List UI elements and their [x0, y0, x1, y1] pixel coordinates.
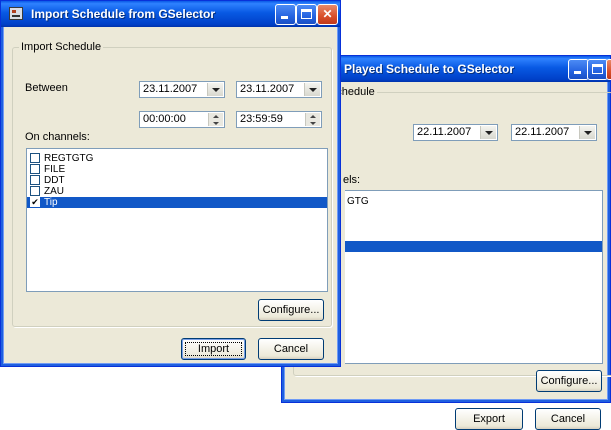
import-title-bar[interactable]: Import Schedule from GSelector ✕ — [1, 1, 340, 27]
calendar-app-icon — [9, 7, 23, 20]
list-item-selected[interactable] — [345, 241, 602, 252]
import-button-label: Import — [197, 343, 230, 355]
import-date-from-value: 23.11.2007 — [143, 83, 198, 95]
import-time-to-spin[interactable]: 23:59:59 — [236, 111, 322, 128]
channel-row-zau[interactable]: ZAU — [27, 186, 327, 197]
close-icon[interactable]: ✕ — [317, 4, 338, 25]
checkbox-checked[interactable]: ✔ — [30, 197, 40, 207]
spin-arrows-icon[interactable] — [208, 113, 223, 126]
import-window-title: Import Schedule from GSelector — [31, 7, 216, 21]
export-date-to-combo[interactable]: 22.11.2007 — [511, 124, 597, 141]
check-icon: ✔ — [30, 197, 40, 207]
export-channels-label: els: — [343, 174, 361, 186]
export-button[interactable]: Export — [455, 408, 523, 430]
export-channel-list[interactable]: GTG — [345, 190, 603, 364]
checkbox[interactable] — [30, 164, 40, 174]
channel-label: FILE — [44, 164, 66, 175]
import-date-from-combo[interactable]: 23.11.2007 — [139, 81, 225, 98]
export-button-label: Export — [473, 413, 505, 425]
export-configure-label: Configure... — [540, 375, 598, 387]
export-cancel-label: Cancel — [550, 413, 586, 425]
import-configure-button[interactable]: Configure... — [258, 299, 324, 321]
import-cancel-button[interactable]: Cancel — [258, 338, 324, 360]
channel-row-regtgtg[interactable]: REGTGTG — [27, 153, 327, 164]
maximize-icon[interactable] — [296, 4, 317, 25]
export-date-to-value: 22.11.2007 — [515, 126, 570, 138]
minimize-icon[interactable] — [568, 59, 589, 80]
import-time-from-value: 00:00:00 — [143, 113, 186, 125]
import-client-area: Import Schedule Between 23.11.2007 23.11… — [4, 27, 337, 363]
between-label: Between — [25, 82, 68, 94]
channel-row-ddt[interactable]: DDT — [27, 175, 327, 186]
channel-label: DDT — [44, 175, 65, 186]
maximize-icon[interactable] — [587, 59, 608, 80]
export-date-from-value: 22.11.2007 — [417, 126, 472, 138]
channel-label: ZAU — [44, 186, 64, 197]
spin-arrows-icon[interactable] — [305, 113, 320, 126]
channel-label: REGTGTG — [44, 153, 94, 164]
list-item-label: GTG — [347, 196, 369, 207]
close-icon[interactable]: ✕ — [606, 59, 611, 80]
export-date-from-combo[interactable]: 22.11.2007 — [413, 124, 498, 141]
import-button[interactable]: Import — [181, 338, 246, 360]
export-window-title: Played Schedule to GSelector — [344, 62, 515, 76]
import-cancel-label: Cancel — [273, 343, 309, 355]
list-item[interactable]: GTG — [345, 196, 602, 207]
import-date-to-value: 23.11.2007 — [240, 83, 295, 95]
import-date-to-combo[interactable]: 23.11.2007 — [236, 81, 322, 98]
list-item[interactable] — [345, 229, 602, 240]
minimize-icon[interactable] — [275, 4, 296, 25]
chevron-down-icon[interactable] — [480, 126, 496, 139]
checkbox[interactable] — [30, 175, 40, 185]
import-configure-label: Configure... — [262, 304, 320, 316]
import-window: Import Schedule from GSelector ✕ Import … — [0, 0, 341, 367]
import-time-from-spin[interactable]: 00:00:00 — [139, 111, 225, 128]
import-channel-list[interactable]: REGTGTG FILE DDT ZAU ✔ Tip — [26, 148, 328, 292]
channel-row-tip[interactable]: ✔ Tip — [27, 197, 327, 208]
checkbox[interactable] — [30, 186, 40, 196]
channel-row-file[interactable]: FILE — [27, 164, 327, 175]
channel-label: Tip — [44, 197, 58, 208]
export-cancel-button[interactable]: Cancel — [535, 408, 601, 430]
import-group-label: Import Schedule — [19, 41, 104, 53]
import-time-to-value: 23:59:59 — [240, 113, 283, 125]
export-configure-button[interactable]: Configure... — [536, 370, 602, 392]
channels-label: On channels: — [25, 131, 90, 143]
chevron-down-icon[interactable] — [579, 126, 595, 139]
checkbox[interactable] — [30, 153, 40, 163]
chevron-down-icon[interactable] — [304, 83, 320, 96]
chevron-down-icon[interactable] — [207, 83, 223, 96]
